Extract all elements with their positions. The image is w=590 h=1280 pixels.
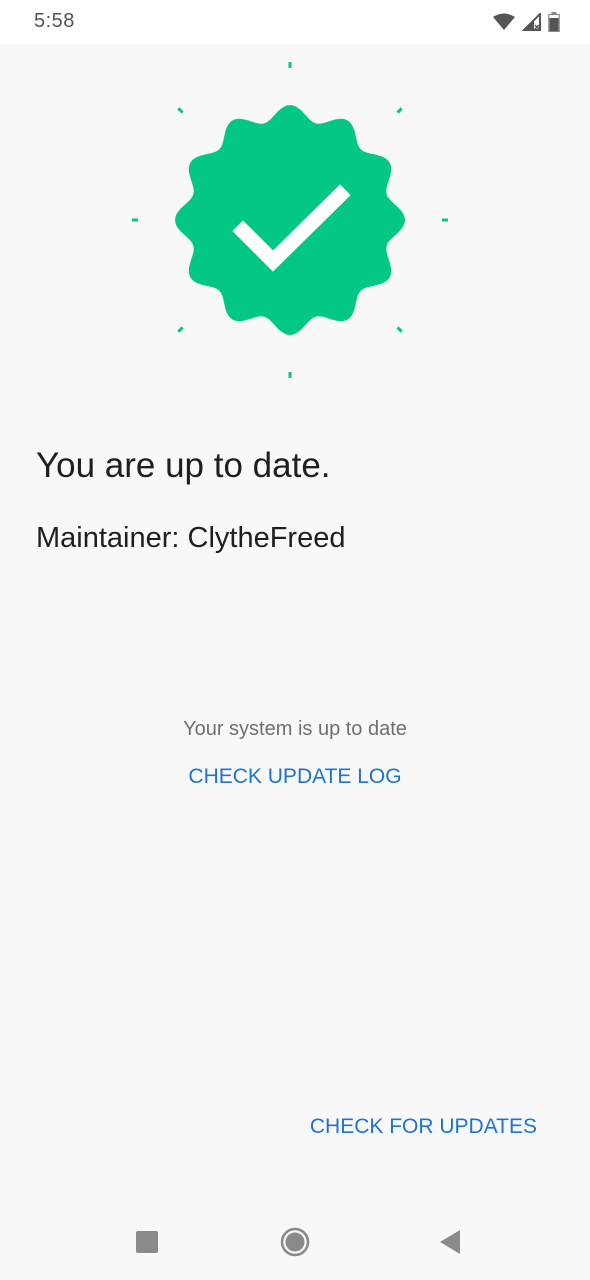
badge-ray (177, 326, 184, 333)
home-icon[interactable] (279, 1226, 311, 1258)
status-time: 5:58 (34, 10, 75, 32)
wifi-icon (493, 13, 515, 30)
badge-ray (396, 107, 403, 114)
maintainer-label: Maintainer: ClytheFreed (36, 522, 346, 554)
status-icons (492, 12, 560, 32)
check-update-log-button[interactable]: CHECK UPDATE LOG (0, 765, 590, 789)
recents-icon[interactable] (131, 1226, 163, 1258)
navigation-bar (0, 1200, 590, 1280)
badge-ray (396, 326, 403, 333)
battery-icon (548, 12, 560, 32)
system-status-text: Your system is up to date (183, 718, 407, 740)
back-icon[interactable] (434, 1226, 466, 1258)
status-bar: 5:58 (0, 0, 590, 44)
page-title: You are up to date. (36, 446, 331, 485)
signal-icon (522, 13, 541, 31)
check-for-updates-button[interactable]: CHECK FOR UPDATES (310, 1115, 537, 1139)
check-badge-icon (125, 55, 455, 385)
screen: 5:58 You are up to date. Maintainer: Cly… (0, 0, 590, 1280)
badge-ray (177, 107, 184, 114)
